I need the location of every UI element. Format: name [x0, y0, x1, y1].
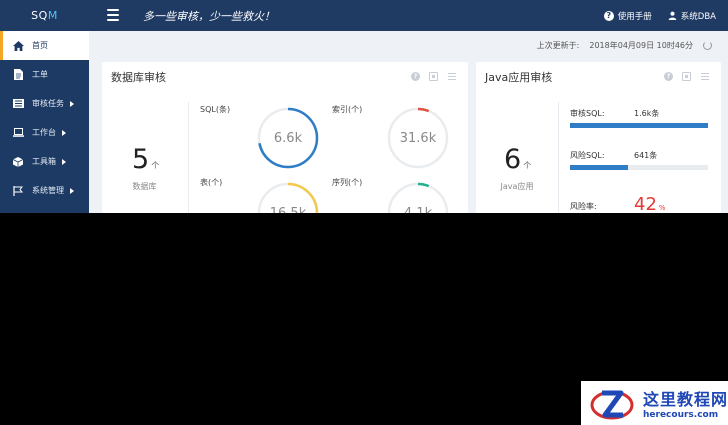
help-icon[interactable]: ?: [411, 72, 420, 81]
sidebar-item-system-admin[interactable]: 系统管理: [0, 176, 89, 205]
ring-sequence: 4.1k: [387, 182, 449, 213]
audit-sql-bar-fill: [570, 123, 708, 128]
risk-sql-value: 641条: [634, 151, 658, 160]
refresh-icon[interactable]: [703, 41, 712, 50]
cube-icon: [12, 156, 24, 168]
update-info-bar: 上次更新于: 2018年04月09日 10时46分: [89, 31, 728, 60]
sidebar-item-audit-tasks[interactable]: 审核任务: [0, 89, 89, 118]
laptop-icon: [12, 127, 24, 139]
metric-label-table: 表(个): [200, 178, 223, 187]
panel-header: Java应用审核 ?: [476, 62, 721, 89]
java-count-caption: Java应用: [500, 182, 534, 191]
flag-icon: [12, 185, 24, 197]
ring-index: 31.6k: [387, 107, 449, 169]
sidebar-item-tickets[interactable]: 工单: [0, 60, 89, 89]
watermark-logo-icon: [590, 390, 634, 420]
help-icon: ?: [603, 10, 614, 21]
sidebar-item-label: 工作台: [32, 128, 56, 137]
slogan: 多一些审核，少一些救火！: [143, 10, 275, 23]
expand-icon[interactable]: [682, 72, 691, 81]
home-icon: [12, 40, 24, 52]
chevron-right-icon: [62, 129, 66, 136]
panel-title: 数据库审核: [111, 71, 166, 84]
panel-title: Java应用审核: [485, 71, 553, 84]
risk-sql-bar-fill: [570, 165, 628, 170]
panel-header: 数据库审核 ?: [102, 62, 468, 89]
app-logo[interactable]: SQ M: [0, 0, 89, 31]
chevron-right-icon: [70, 187, 74, 194]
help-icon[interactable]: ?: [664, 72, 673, 81]
db-count: 5个: [132, 144, 160, 175]
ring-sql: 6.6k: [257, 107, 319, 169]
audit-sql-value: 1.6k条: [634, 109, 660, 118]
risk-sql-bar: [570, 165, 708, 170]
sidebar-item-label: 工具箱: [32, 157, 56, 166]
audit-sql-label: 审核SQL:: [570, 109, 605, 118]
user-name: 系统DBA: [680, 11, 716, 22]
menu-toggle-icon[interactable]: [107, 9, 119, 21]
ring-value-index: 31.6k: [399, 130, 437, 146]
audit-sql-bar: [570, 123, 708, 128]
help-manual-label: 使用手册: [617, 11, 652, 22]
watermark-subtitle: herecours.com: [643, 410, 719, 420]
ring-table: 16.5k: [257, 182, 319, 213]
ring-value-table: 16.5k: [269, 205, 307, 214]
expand-icon[interactable]: [429, 72, 438, 81]
sidebar-item-label: 审核任务: [32, 99, 64, 108]
logo-prefix: SQ: [31, 9, 48, 22]
sidebar-item-label: 工单: [32, 70, 48, 79]
ring-value-sequence: 4.1k: [403, 205, 433, 214]
user-menu[interactable]: 系统DBA: [668, 10, 716, 22]
sidebar-item-home[interactable]: 首页: [0, 31, 89, 60]
tasks-icon: [12, 98, 24, 110]
panel-tools: ?: [411, 72, 456, 81]
user-icon: [668, 11, 677, 20]
sidebar: 首页 工单 审核任务 工作台 工具箱 系统管理: [0, 31, 89, 213]
db-count-caption: 数据库: [132, 182, 157, 191]
top-bar: SQ M 多一些审核，少一些救火！ ? 使用手册 系统DBA: [0, 0, 728, 31]
chevron-right-icon: [70, 100, 74, 107]
chevron-right-icon: [62, 158, 66, 165]
ring-value-sql: 6.6k: [273, 130, 303, 146]
java-audit-panel: Java应用审核 ? 6个 Java应用 审核SQL: 1.6k条 风险SQL:…: [476, 62, 721, 213]
divider: [188, 102, 189, 213]
last-updated-time: 2018年04月09日 10时46分: [589, 41, 693, 50]
app-window: SQ M 多一些审核，少一些救火！ ? 使用手册 系统DBA 首页 工单 审核任…: [0, 0, 728, 213]
sidebar-item-label: 首页: [32, 41, 48, 50]
site-watermark: 这里教程网 herecours.com: [581, 381, 728, 425]
db-audit-panel: 数据库审核 ? 5个 数据库 SQL(条) 6.6k 索引(个) 31.6k 表…: [102, 62, 468, 213]
list-icon[interactable]: [700, 72, 709, 81]
watermark-title: 这里教程网: [643, 390, 728, 409]
document-icon: [12, 69, 24, 81]
last-updated-label: 上次更新于:: [536, 41, 580, 50]
logo-accent: M: [47, 9, 58, 22]
java-count: 6个: [504, 144, 532, 175]
metric-label-sql: SQL(条): [200, 105, 231, 114]
risk-rate-value: 42%: [634, 194, 666, 213]
top-right-menu: ? 使用手册 系统DBA: [603, 0, 716, 31]
panel-tools: ?: [664, 72, 709, 81]
metric-label-index: 索引(个): [332, 105, 363, 114]
risk-sql-label: 风险SQL:: [570, 151, 605, 160]
sidebar-item-workbench[interactable]: 工作台: [0, 118, 89, 147]
metric-label-sequence: 序列(个): [332, 178, 363, 187]
sidebar-item-label: 系统管理: [32, 186, 64, 195]
risk-rate-label: 风险率:: [570, 202, 597, 211]
sidebar-item-toolbox[interactable]: 工具箱: [0, 147, 89, 176]
help-manual-link[interactable]: ? 使用手册: [603, 10, 652, 22]
divider: [558, 102, 559, 213]
list-icon[interactable]: [447, 72, 456, 81]
